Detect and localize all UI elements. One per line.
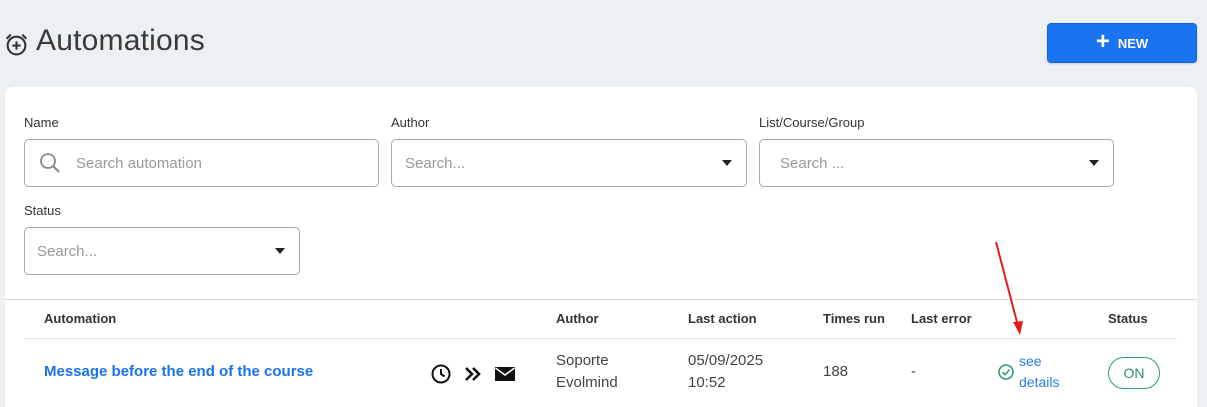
status-filter-label: Status xyxy=(24,203,61,218)
row-author-line2: Evolmind xyxy=(556,374,618,391)
author-select[interactable]: Search... xyxy=(391,139,747,187)
header-row-divider xyxy=(24,338,1177,339)
see-details-text[interactable]: see details xyxy=(1019,351,1063,393)
row-last-action-time: 10:52 xyxy=(688,374,726,391)
automation-step-icons xyxy=(430,363,516,385)
name-filter-label: Name xyxy=(24,115,59,130)
new-automation-button[interactable]: + NEW xyxy=(1047,23,1197,63)
column-header-last-error[interactable]: Last error xyxy=(911,311,972,326)
status-select-placeholder: Search... xyxy=(37,242,98,260)
status-toggle[interactable]: ON xyxy=(1108,357,1160,389)
search-icon xyxy=(40,153,60,173)
row-last-action-date: 05/09/2025 xyxy=(688,352,764,369)
search-automation-input[interactable]: Search automation xyxy=(24,139,379,187)
automation-name-link[interactable]: Message before the end of the course xyxy=(44,363,313,380)
column-header-author[interactable]: Author xyxy=(556,311,599,326)
double-chevron-right-icon xyxy=(465,367,481,381)
search-automation-placeholder: Search automation xyxy=(76,154,202,172)
page-header: Automations + NEW xyxy=(0,0,1207,86)
list-course-group-filter-label: List/Course/Group xyxy=(759,115,865,130)
chevron-down-icon xyxy=(722,160,732,166)
chevron-down-icon xyxy=(1089,160,1099,166)
row-last-action: 05/09/2025 10:52 xyxy=(688,350,763,394)
column-header-automation[interactable]: Automation xyxy=(44,311,116,326)
alarm-clock-plus-icon xyxy=(5,33,28,56)
row-author-line1: Soporte xyxy=(556,352,609,369)
row-times-run: 188 xyxy=(823,363,849,380)
row-author: Soporte Evolmind xyxy=(556,350,618,394)
row-last-error: - xyxy=(911,363,916,380)
see-details-link[interactable]: see details xyxy=(997,351,1063,393)
list-course-group-select[interactable]: Search ... xyxy=(759,139,1114,187)
plus-icon: + xyxy=(1095,28,1110,55)
column-header-times-run[interactable]: Times run xyxy=(823,311,885,326)
see-details-line1: see xyxy=(1019,353,1042,369)
column-header-last-action[interactable]: Last action xyxy=(688,311,757,326)
chevron-down-icon xyxy=(275,248,285,254)
automations-card: Name Search automation Author Search... … xyxy=(5,87,1197,407)
list-course-group-placeholder: Search ... xyxy=(780,154,845,172)
author-select-placeholder: Search... xyxy=(405,154,466,172)
new-button-label: NEW xyxy=(1117,35,1149,51)
envelope-icon xyxy=(495,367,515,381)
clock-icon xyxy=(431,364,451,384)
author-filter-label: Author xyxy=(391,115,430,130)
see-details-line2: details xyxy=(1019,374,1060,390)
check-circle-icon xyxy=(998,364,1014,380)
column-header-status[interactable]: Status xyxy=(1108,311,1148,326)
filters-divider xyxy=(5,299,1197,300)
page-title: Automations xyxy=(36,24,205,57)
status-select[interactable]: Search... xyxy=(24,227,300,275)
